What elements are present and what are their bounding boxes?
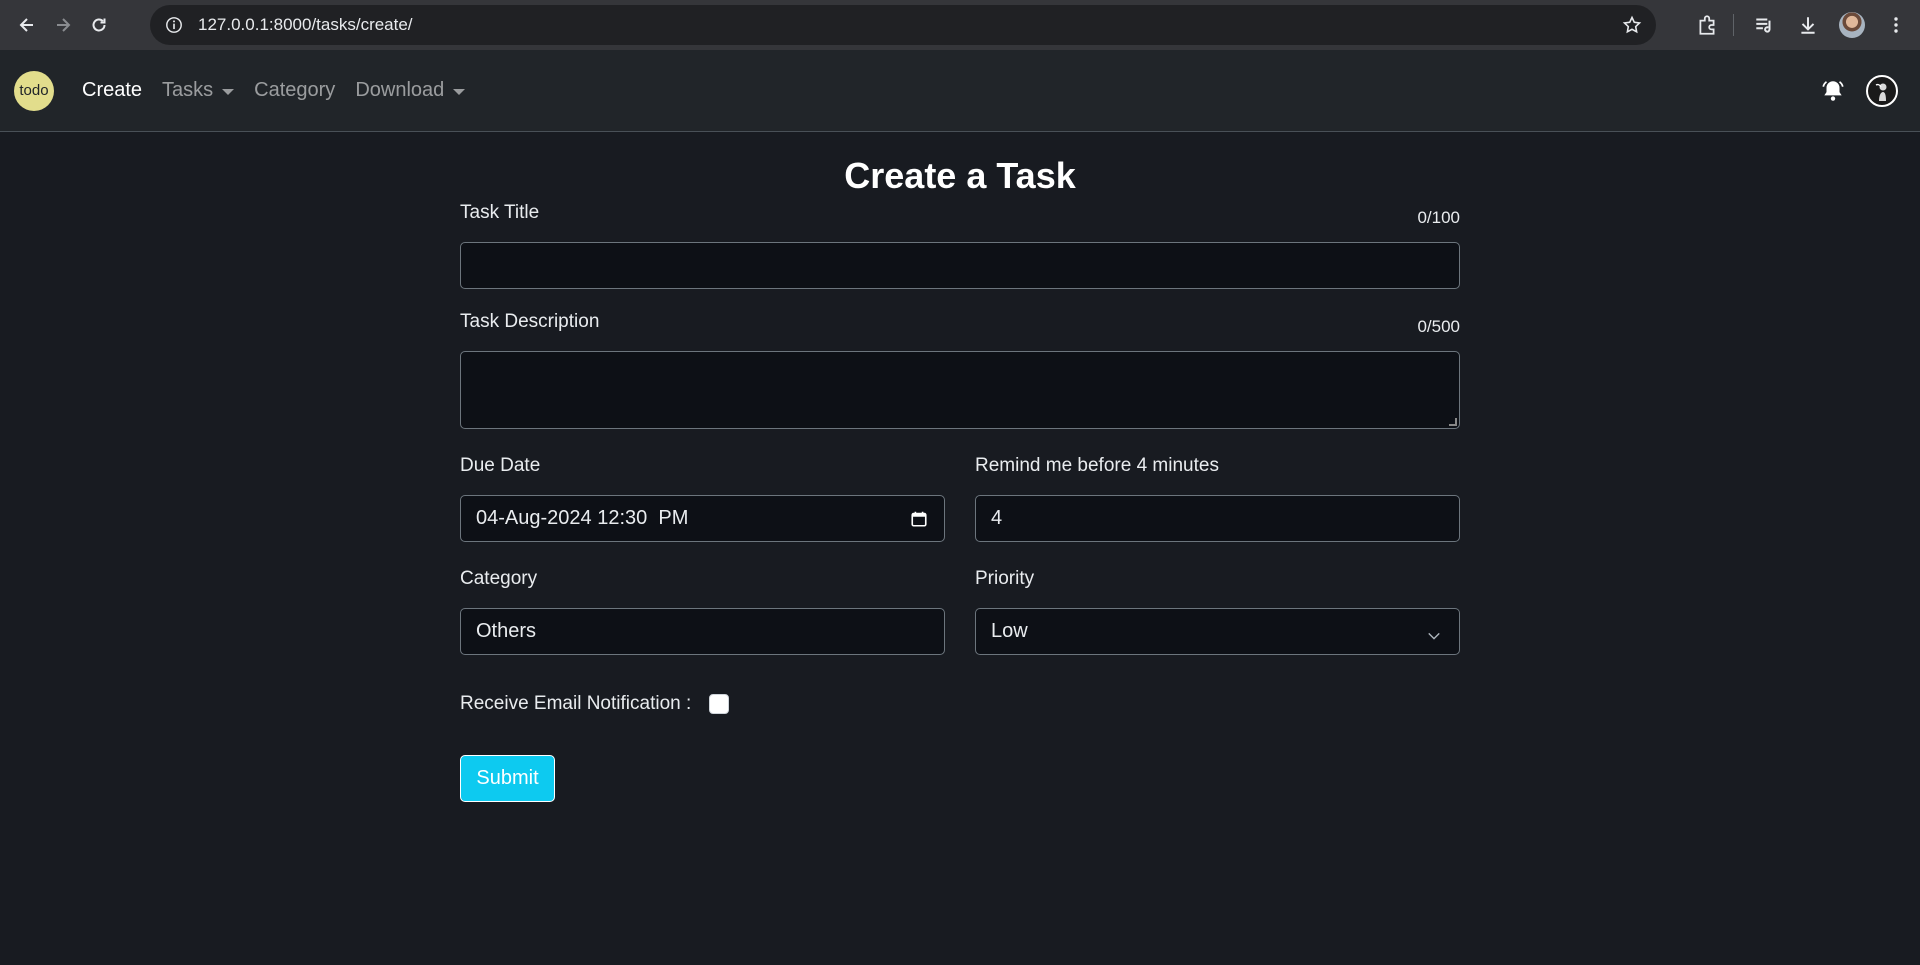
create-task-form: Create a Task Task Title 0/100 Task Desc…	[460, 132, 1460, 802]
resize-handle-icon[interactable]	[1449, 418, 1457, 426]
priority-value: Low	[991, 620, 1028, 642]
nav-tasks-label: Tasks	[162, 79, 214, 101]
category-input[interactable]: Others	[460, 608, 945, 655]
app-navbar: todo Create Tasks Category Download	[0, 50, 1920, 132]
nav-category[interactable]: Category	[254, 79, 335, 102]
nav-tasks-dropdown[interactable]: Tasks	[162, 79, 235, 102]
task-description-counter: 0/500	[1417, 317, 1460, 336]
back-icon[interactable]	[9, 7, 45, 43]
nav-create[interactable]: Create	[82, 79, 142, 102]
task-title-counter: 0/100	[1417, 208, 1460, 227]
calendar-icon[interactable]	[910, 510, 928, 534]
caret-down-icon	[222, 88, 235, 95]
media-controls-icon[interactable]	[1746, 7, 1782, 43]
task-title-input[interactable]	[460, 242, 1460, 289]
category-label: Category	[460, 568, 538, 589]
nav-download-label: Download	[355, 79, 445, 101]
browser-toolbar: 127.0.0.1:8000/tasks/create/	[0, 0, 1920, 50]
email-notification-label: Receive Email Notification :	[460, 693, 692, 714]
chevron-down-icon	[1427, 626, 1441, 649]
forward-icon[interactable]	[45, 7, 81, 43]
address-bar[interactable]: 127.0.0.1:8000/tasks/create/	[150, 5, 1656, 45]
task-title-label: Task Title	[460, 202, 540, 223]
bookmark-star-icon[interactable]	[1622, 15, 1642, 35]
page-title: Create a Task	[844, 155, 1076, 196]
task-description-textarea[interactable]	[460, 351, 1460, 429]
notification-bell-icon[interactable]	[1818, 76, 1848, 106]
extensions-icon[interactable]	[1689, 7, 1725, 43]
user-avatar[interactable]	[1866, 75, 1898, 107]
task-description-label: Task Description	[460, 311, 600, 332]
app-logo[interactable]: todo	[14, 70, 54, 111]
site-info-icon[interactable]	[164, 15, 184, 35]
submit-button[interactable]: Submit	[460, 755, 555, 802]
caret-down-icon	[453, 88, 466, 95]
remind-minutes-input[interactable]: 4	[975, 495, 1460, 542]
nav-download-dropdown[interactable]: Download	[355, 79, 466, 102]
download-icon[interactable]	[1790, 7, 1826, 43]
remind-label: Remind me before 4 minutes	[975, 455, 1219, 476]
url-text: 127.0.0.1:8000/tasks/create/	[198, 15, 413, 34]
priority-select[interactable]: Low	[975, 608, 1460, 655]
toolbar-divider	[1733, 14, 1734, 36]
kebab-menu-icon[interactable]	[1878, 7, 1914, 43]
due-date-input[interactable]: 04-Aug-2024 12:30 PM	[460, 495, 945, 542]
browser-profile-avatar[interactable]	[1834, 7, 1870, 43]
due-date-value: 04-Aug-2024 12:30 PM	[476, 507, 689, 529]
reload-icon[interactable]	[81, 7, 117, 43]
due-date-label: Due Date	[460, 455, 541, 476]
priority-label: Priority	[975, 568, 1035, 589]
email-notification-checkbox[interactable]	[709, 694, 730, 714]
